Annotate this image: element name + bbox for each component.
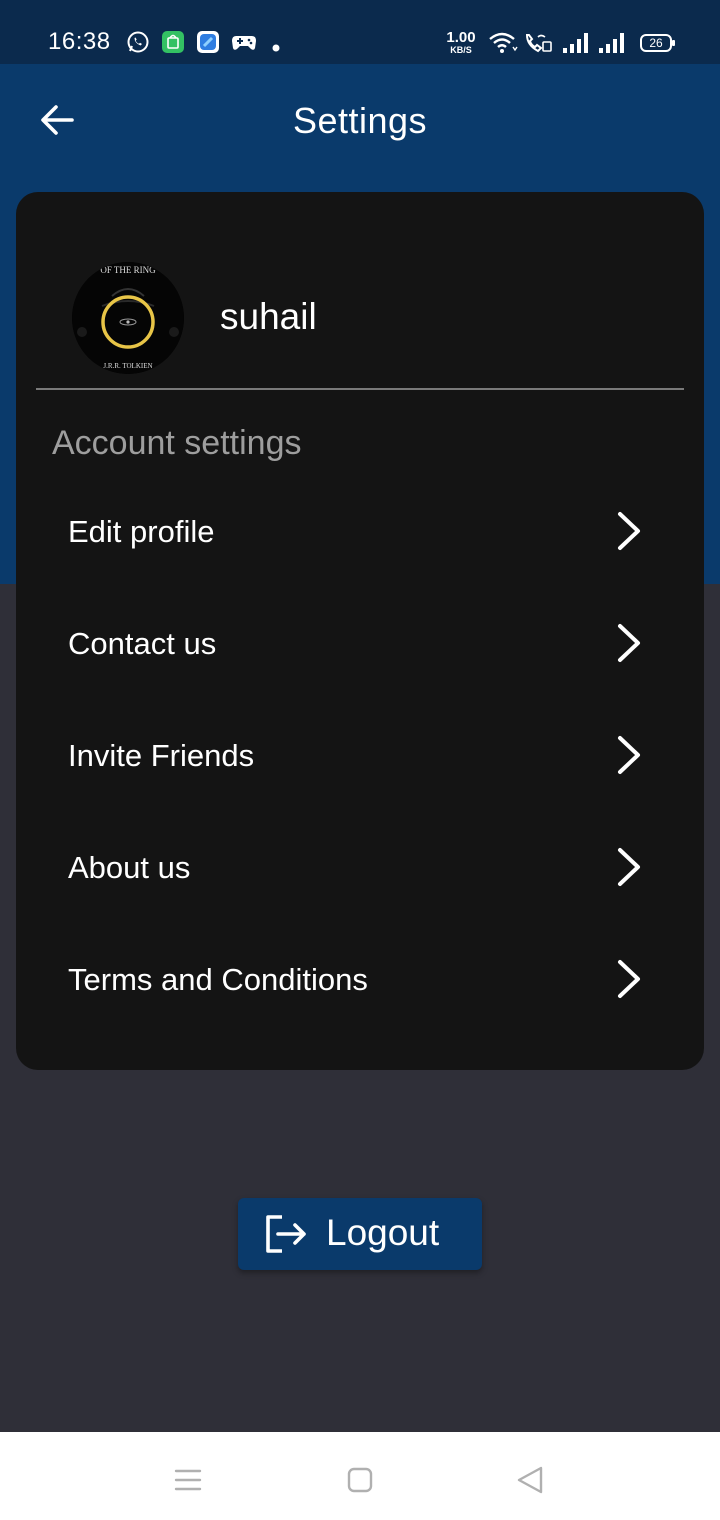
avatar-text-bottom: J.R.R. TOLKIEN bbox=[103, 362, 152, 370]
status-time: 16:38 bbox=[48, 28, 111, 55]
back-triangle-icon bbox=[517, 1466, 543, 1494]
settings-screen: 16:38 1.00 KB/S 26 Settings OF THE RING … bbox=[0, 0, 720, 1520]
signal-icon bbox=[562, 32, 590, 59]
menu-item-label: Terms and Conditions bbox=[68, 962, 368, 997]
menu-item-edit-profile[interactable]: Edit profile bbox=[36, 486, 684, 586]
avatar[interactable]: OF THE RING J.R.R. TOLKIEN bbox=[72, 262, 184, 374]
back-nav-button[interactable] bbox=[510, 1460, 550, 1500]
menu-item-terms-and-conditions[interactable]: Terms and Conditions bbox=[36, 934, 684, 1034]
whatsapp-icon bbox=[126, 30, 150, 59]
avatar-image: OF THE RING J.R.R. TOLKIEN bbox=[72, 262, 184, 374]
menu-item-label: About us bbox=[68, 850, 191, 885]
battery-icon: 26 bbox=[640, 33, 676, 58]
chevron-right-icon bbox=[618, 848, 640, 886]
wifi-call-icon bbox=[524, 31, 554, 60]
logout-button[interactable]: Logout bbox=[238, 1198, 482, 1270]
dot-icon bbox=[272, 39, 280, 57]
chevron-right-icon bbox=[618, 512, 640, 550]
chevron-right-icon bbox=[618, 736, 640, 774]
menu-item-invite-friends[interactable]: Invite Friends bbox=[36, 710, 684, 810]
menu-item-about-us[interactable]: About us bbox=[36, 822, 684, 922]
game-controller-icon bbox=[231, 30, 257, 59]
logout-icon bbox=[266, 1215, 306, 1253]
username: suhail bbox=[220, 296, 317, 337]
menu-button[interactable] bbox=[168, 1460, 208, 1500]
status-bar: 16:38 1.00 KB/S 26 bbox=[0, 0, 720, 64]
net-speed-value: 1.00 bbox=[446, 29, 476, 46]
battery-level: 26 bbox=[649, 36, 663, 50]
section-title: Account settings bbox=[52, 424, 302, 462]
home-button[interactable] bbox=[340, 1460, 380, 1500]
app-store-icon bbox=[161, 30, 185, 59]
signal-icon bbox=[598, 32, 626, 59]
home-square-icon bbox=[347, 1467, 373, 1493]
menu-item-contact-us[interactable]: Contact us bbox=[36, 598, 684, 698]
net-speed-unit: KB/S bbox=[450, 45, 472, 55]
menu-item-label: Invite Friends bbox=[68, 738, 255, 773]
app-icon bbox=[196, 30, 220, 59]
net-speed: 1.00 KB/S bbox=[444, 30, 478, 55]
menu-item-label: Contact us bbox=[68, 626, 217, 661]
wifi-icon bbox=[488, 31, 518, 60]
menu-icon bbox=[174, 1469, 202, 1491]
chevron-right-icon bbox=[618, 624, 640, 662]
logout-label: Logout bbox=[326, 1212, 440, 1253]
chevron-right-icon bbox=[618, 960, 640, 998]
avatar-text-top: OF THE RING bbox=[100, 265, 156, 275]
settings-card: OF THE RING J.R.R. TOLKIEN suhail Accoun… bbox=[16, 192, 704, 1070]
system-nav-bar bbox=[0, 1432, 720, 1520]
menu-item-label: Edit profile bbox=[68, 514, 215, 549]
divider bbox=[36, 388, 684, 390]
page-title: Settings bbox=[292, 100, 428, 141]
